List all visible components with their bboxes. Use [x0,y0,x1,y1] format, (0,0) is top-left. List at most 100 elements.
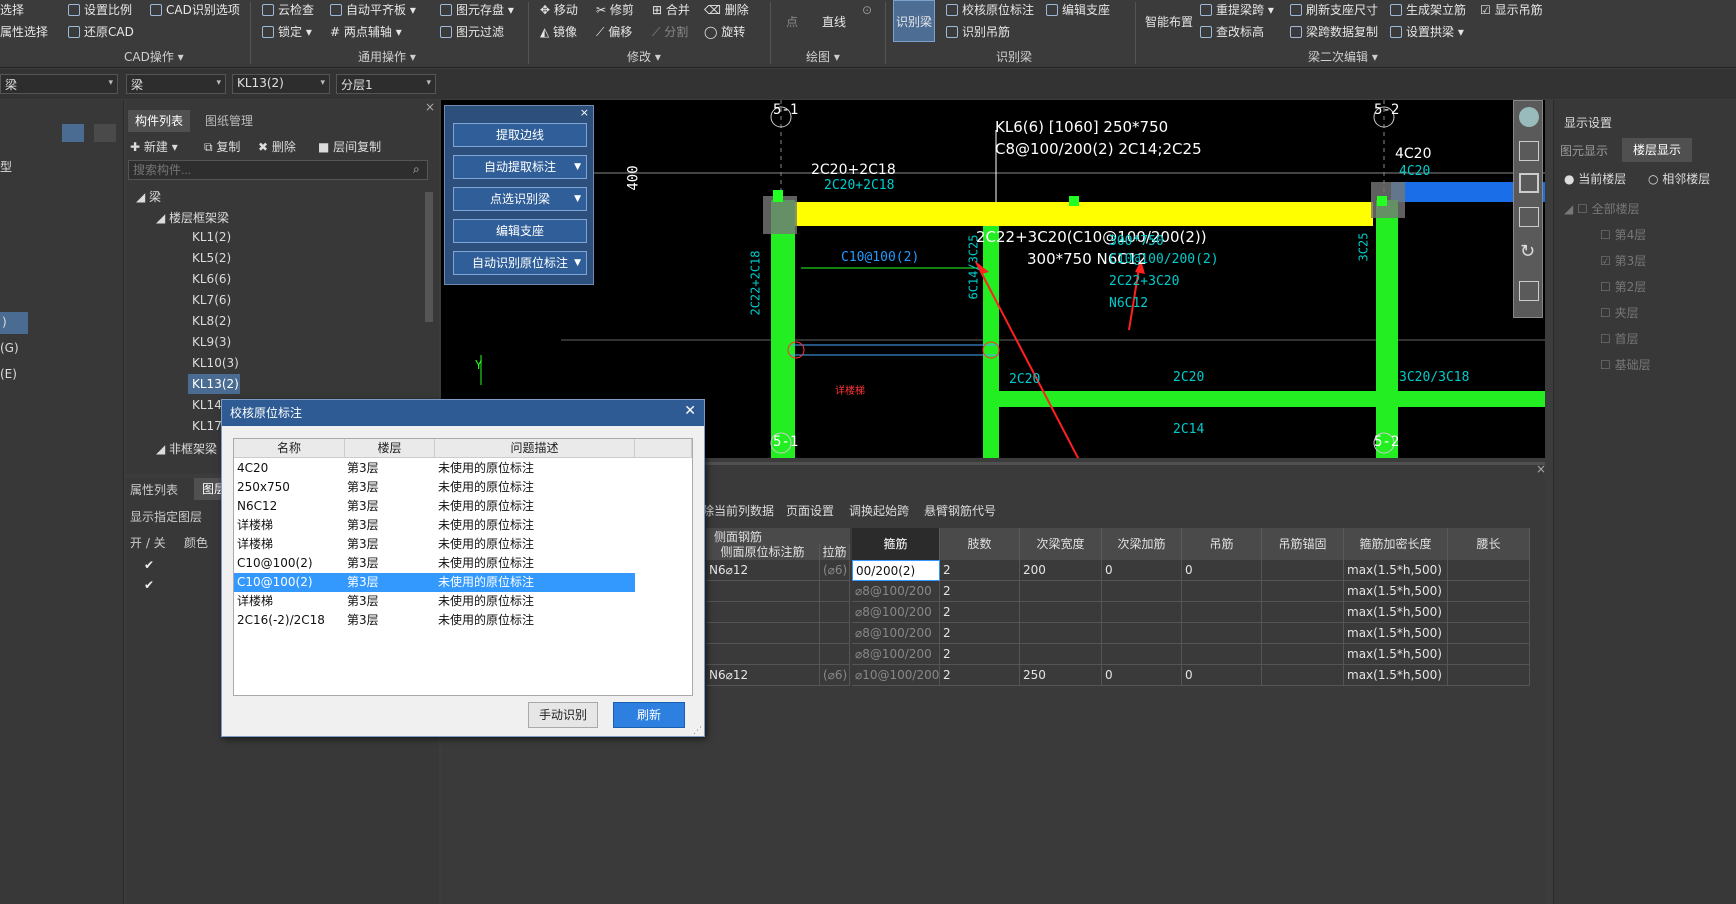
group-draw[interactable]: 绘图 ▾ [806,48,840,65]
floor-item[interactable]: ◢ ☐ 全部楼层 [1564,200,1640,217]
clear-column-button[interactable]: 除当前列数据 [702,502,774,519]
tree-item[interactable]: KL8(2) [192,314,231,328]
trim-button[interactable]: ✂ 修剪 [596,2,634,18]
floor-item[interactable]: ☐ 第4层 [1600,226,1646,243]
grid-cell[interactable] [1262,560,1344,581]
grid-cell[interactable]: 2 [940,665,1020,686]
refresh-support-button[interactable]: 刷新支座尺寸 [1290,2,1378,18]
close-icon[interactable]: × [1536,462,1546,476]
manual-recognize-button[interactable]: 手动识别 [528,702,598,728]
resize-grip-icon[interactable]: ⋰ [693,726,702,736]
auto-align-button[interactable]: 自动平齐板 ▾ [330,2,416,18]
floor-item[interactable]: ☐ 第2层 [1600,278,1646,295]
attr-select-button[interactable]: 属性选择 [0,24,48,40]
grid-cell[interactable]: 250 [1020,665,1102,686]
grid-cell[interactable] [1448,644,1530,665]
new-button[interactable]: ✚ 新建 ▾ [130,138,178,155]
group-general-ops[interactable]: 通用操作 ▾ [358,48,416,65]
grid-cell[interactable] [1262,644,1344,665]
tab-drawing-mgmt[interactable]: 图纸管理 [194,110,264,132]
grid-cell[interactable] [820,623,850,644]
edit-support-float-button[interactable]: 编辑支座 [453,219,587,243]
tree-item[interactable]: KL17 [192,419,222,433]
grid-cell[interactable]: max(1.5*h,500) [1344,623,1448,644]
line-tool[interactable]: 直线 [822,14,846,30]
col-header[interactable]: 腰长 [1448,528,1530,560]
issue-row[interactable]: 详楼梯 第3层 未使用的原位标注 [234,535,635,554]
recognize-beam-button[interactable]: 识别梁 [893,0,935,42]
gen-erect-bar-button[interactable]: 生成架立筋 [1390,2,1466,18]
grid-cell[interactable] [706,644,820,665]
tree-item[interactable]: KL6(6) [192,272,231,286]
two-point-axis-button[interactable]: # 两点辅轴 ▾ [330,24,402,40]
restore-cad-button[interactable]: 还原CAD [68,24,134,40]
grid-cell[interactable] [706,623,820,644]
grid-cell[interactable] [1182,644,1262,665]
recognize-hanger-button[interactable]: 识别吊筋 [946,24,1010,40]
grid-cell[interactable]: ⌀8@100/200 [852,623,940,644]
grid-cell[interactable]: (⌀6) [820,560,850,581]
split-button[interactable]: ⟋ 分割 [652,24,688,40]
floor-item[interactable]: ☑ 第3层 [1600,252,1646,269]
search-input[interactable] [128,160,428,180]
grid-cell[interactable]: max(1.5*h,500) [1344,581,1448,602]
auto-extract-annotation-button[interactable]: 自动提取标注 ▼ [453,155,587,179]
copy-span-data-button[interactable]: 梁跨数据复制 [1290,24,1378,40]
type-selector[interactable]: 梁 ▾ [126,74,226,94]
copy-between-floors-button[interactable]: ■ 层间复制 [318,138,381,155]
delete-component-button[interactable]: ✖ 删除 [258,138,296,155]
show-layer-label[interactable]: 显示指定图层 [130,508,202,525]
grid-cell[interactable] [1102,644,1182,665]
issue-row[interactable]: C10@100(2) 第3层 未使用的原位标注 [234,554,635,573]
tree-item[interactable]: KL10(3) [192,356,239,370]
grid-cell[interactable] [1448,665,1530,686]
grid-cell[interactable]: max(1.5*h,500) [1344,560,1448,581]
nav-item-g[interactable]: (G) [0,341,19,355]
tab-component-list[interactable]: 构件列表 [128,110,190,132]
grid-cell[interactable]: 2 [940,644,1020,665]
group-cad-ops[interactable]: CAD操作 ▾ [124,48,184,65]
extract-edge-button[interactable]: 提取边线 [453,123,587,147]
tree-item[interactable]: KL7(6) [192,293,231,307]
grid-cell[interactable] [1448,623,1530,644]
tree-item[interactable]: KL1(2) [192,230,231,244]
point-recognize-beam-button[interactable]: 点选识别梁 ▼ [453,187,587,211]
edit-support-button[interactable]: 编辑支座 [1046,2,1110,18]
grid-cell[interactable]: max(1.5*h,500) [1344,644,1448,665]
grid-cell[interactable] [1448,602,1530,623]
tree-item-selected[interactable]: KL13(2) [188,374,240,394]
radio-current-floor[interactable]: ● 当前楼层 [1564,170,1626,187]
issue-row[interactable]: 详楼梯 第3层 未使用的原位标注 [234,516,635,535]
page-setup-button[interactable]: 页面设置 [786,502,834,519]
grid-cell[interactable] [1182,623,1262,644]
col-header-selected[interactable]: 箍筋 [852,528,940,560]
tree-item[interactable]: KL5(2) [192,251,231,265]
grid-cell[interactable] [1448,581,1530,602]
grid-cell[interactable]: 2 [940,581,1020,602]
plan-icon[interactable] [1519,173,1539,193]
grid-cell[interactable]: 2 [940,623,1020,644]
grid-cell[interactable]: N6⌀12 [706,665,820,686]
mirror-button[interactable]: ◭ 镜像 [540,24,577,40]
radio-adjacent-floor[interactable]: ○ 相邻楼层 [1648,170,1710,187]
circle-tool[interactable]: ⊙ [862,2,872,18]
cad-options-button[interactable]: CAD识别选项 [150,2,240,18]
smart-layout-button[interactable]: 智能布置 [1145,14,1193,30]
cloud-check-button[interactable]: 云检查 [262,2,314,18]
issue-row[interactable]: 2C16(-2)/2C18 第3层 未使用的原位标注 [234,611,635,630]
select-button[interactable]: 选择 [0,2,24,18]
grid-cell[interactable]: (⌀6) [820,665,850,686]
check-annotation-button[interactable]: 校核原位标注 [946,2,1034,18]
col-header[interactable]: 吊筋 [1182,528,1262,560]
grid-cell[interactable] [820,602,850,623]
delete-button[interactable]: ⌫ 删除 [704,2,749,18]
col-header[interactable]: 次梁宽度 [1020,528,1102,560]
grid-cell[interactable] [1448,560,1530,581]
grid-cell[interactable] [1262,581,1344,602]
tree-group-frame-beam[interactable]: ◢ 楼层框架梁 [156,209,229,226]
list-view-icon[interactable] [62,124,84,142]
group-modify[interactable]: 修改 ▾ [627,48,661,65]
tab-props[interactable]: 属性列表 [130,481,178,498]
col-header[interactable]: 肢数 [940,528,1020,560]
col-header[interactable]: 楼层 [345,439,435,458]
